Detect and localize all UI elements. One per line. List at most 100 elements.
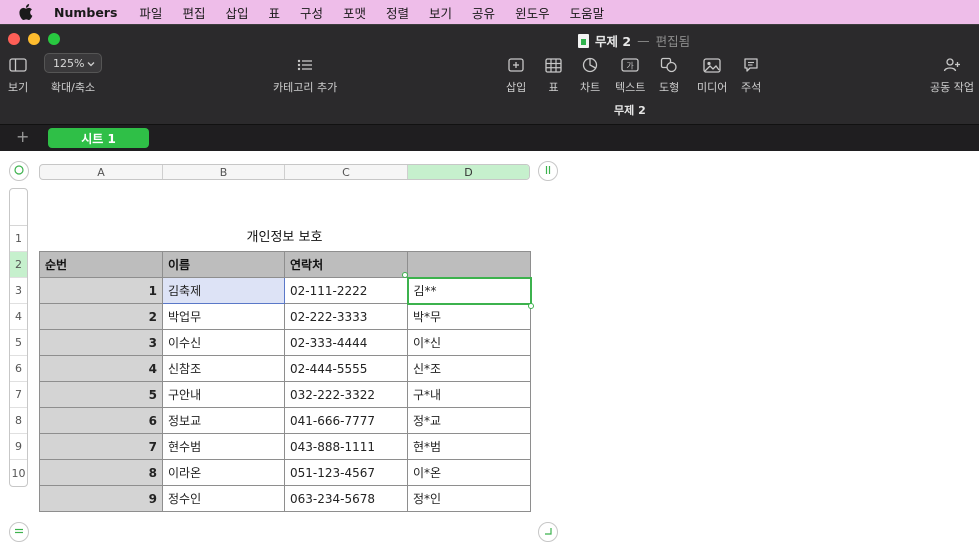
menu-format[interactable]: 포맷 [343, 3, 366, 22]
resize-table-handle[interactable] [538, 522, 558, 542]
comment-button[interactable]: 주석 [741, 55, 761, 95]
cell-number[interactable]: 1 [39, 277, 163, 304]
row-header-4[interactable]: 4 [10, 304, 27, 330]
select-table-handle[interactable] [9, 161, 29, 181]
cell-contact[interactable]: 02-111-2222 [284, 277, 408, 304]
cell-name[interactable]: 정보교 [162, 407, 285, 434]
menu-window[interactable]: 윈도우 [515, 3, 550, 22]
header-cell-number[interactable]: 순번 [39, 251, 163, 278]
row-header-5[interactable]: 5 [10, 330, 27, 356]
cell-name[interactable]: 박업무 [162, 303, 285, 330]
add-row-handle[interactable] [9, 522, 29, 542]
column-header-d[interactable]: D [408, 165, 529, 179]
selection-handle-top-left[interactable] [402, 272, 408, 278]
row-header-8[interactable]: 8 [10, 408, 27, 434]
row-header-10[interactable]: 10 [10, 460, 27, 486]
row-header-3[interactable]: 3 [10, 278, 27, 304]
cell-contact[interactable]: 041-666-7777 [284, 407, 408, 434]
cell-contact[interactable]: 032-222-3322 [284, 381, 408, 408]
selection-handle-bottom-right[interactable] [528, 303, 534, 309]
cell-contact[interactable]: 051-123-4567 [284, 459, 408, 486]
menu-share[interactable]: 공유 [472, 3, 495, 22]
shape-button[interactable]: 도형 [659, 55, 679, 95]
cell-masked-name[interactable]: 신*조 [407, 355, 531, 382]
table-title[interactable]: 개인정보 보호 [39, 226, 530, 245]
cell-number[interactable]: 3 [39, 329, 163, 356]
add-sheet-button[interactable]: + [16, 128, 29, 146]
numbers-document-icon [578, 33, 589, 48]
zoom-window-button[interactable] [48, 33, 60, 45]
row-header-7[interactable]: 7 [10, 382, 27, 408]
cell-number[interactable]: 6 [39, 407, 163, 434]
table-icon [545, 55, 562, 75]
add-column-handle[interactable] [538, 161, 558, 181]
media-button[interactable]: 미디어 [697, 55, 727, 95]
cell-masked-name[interactable]: 이*신 [407, 329, 531, 356]
cell-name[interactable]: 이수신 [162, 329, 285, 356]
table-label: 표 [548, 81, 559, 94]
cell-masked-name[interactable]: 정*교 [407, 407, 531, 434]
title-toolbar: 무제 2 — 편집됨 보기 125% 확대/축소 카테고리 추가 삽입 표 차트… [0, 24, 979, 124]
chart-button[interactable]: 차트 [580, 55, 600, 95]
row-header-1[interactable]: 1 [10, 226, 27, 252]
table-row: 3 이수신 02-333-4444 이*신 [39, 329, 531, 356]
selected-cell-masked-name[interactable]: 김** [406, 276, 532, 305]
cell-name[interactable]: 현수범 [162, 433, 285, 460]
cell-contact[interactable]: 063-234-5678 [284, 485, 408, 512]
apple-icon[interactable] [18, 4, 34, 20]
zoom-dropdown[interactable]: 125% [44, 53, 102, 73]
column-header-a[interactable]: A [40, 165, 163, 179]
zoom-control[interactable]: 125% 확대/축소 [44, 53, 102, 95]
chart-label: 차트 [580, 81, 601, 94]
menu-insert[interactable]: 삽입 [225, 3, 248, 22]
cell-masked-name[interactable]: 현*범 [407, 433, 531, 460]
comment-icon [743, 55, 759, 75]
cell-name[interactable]: 김축제 [162, 277, 285, 304]
column-header-c[interactable]: C [285, 165, 408, 179]
menu-help[interactable]: 도움말 [570, 3, 605, 22]
insert-button[interactable]: 삽입 [506, 55, 526, 95]
text-button[interactable]: 가 텍스트 [615, 55, 645, 95]
insert-icon [507, 55, 525, 75]
cell-masked-name[interactable]: 박*무 [407, 303, 531, 330]
row-header-6[interactable]: 6 [10, 356, 27, 382]
sheet-tab-1[interactable]: 시트 1 [48, 128, 149, 148]
document-name[interactable]: 무제 2 [595, 31, 631, 50]
column-header-b[interactable]: B [163, 165, 285, 179]
cell-number[interactable]: 7 [39, 433, 163, 460]
cell-contact[interactable]: 043-888-1111 [284, 433, 408, 460]
cell-contact[interactable]: 02-333-4444 [284, 329, 408, 356]
cell-number[interactable]: 4 [39, 355, 163, 382]
cell-name[interactable]: 이라온 [162, 459, 285, 486]
view-button[interactable]: 보기 [8, 55, 28, 95]
cell-number[interactable]: 2 [39, 303, 163, 330]
cell-number[interactable]: 5 [39, 381, 163, 408]
cell-number[interactable]: 9 [39, 485, 163, 512]
menu-organize[interactable]: 구성 [300, 3, 323, 22]
cell-contact[interactable]: 02-222-3333 [284, 303, 408, 330]
close-window-button[interactable] [8, 33, 20, 45]
cell-name[interactable]: 구안내 [162, 381, 285, 408]
add-category-button[interactable]: 카테고리 추가 [273, 55, 337, 95]
cell-name[interactable]: 신참조 [162, 355, 285, 382]
header-cell-masked[interactable] [407, 251, 531, 278]
table-button[interactable]: 표 [545, 55, 562, 95]
collaborate-button[interactable]: 공동 작업 [930, 55, 974, 95]
cell-contact[interactable]: 02-444-5555 [284, 355, 408, 382]
header-cell-name[interactable]: 이름 [162, 251, 285, 278]
menu-app-numbers[interactable]: Numbers [54, 5, 117, 20]
menu-edit[interactable]: 편집 [182, 3, 205, 22]
minimize-window-button[interactable] [28, 33, 40, 45]
row-header-2[interactable]: 2 [10, 252, 27, 278]
menu-view[interactable]: 보기 [429, 3, 452, 22]
menu-arrange[interactable]: 정렬 [386, 3, 409, 22]
menu-table[interactable]: 표 [268, 3, 280, 22]
menu-file[interactable]: 파일 [139, 3, 162, 22]
cell-name[interactable]: 정수인 [162, 485, 285, 512]
cell-masked-name[interactable]: 구*내 [407, 381, 531, 408]
header-cell-contact[interactable]: 연락처 [284, 251, 408, 278]
cell-masked-name[interactable]: 정*인 [407, 485, 531, 512]
cell-masked-name[interactable]: 이*온 [407, 459, 531, 486]
cell-number[interactable]: 8 [39, 459, 163, 486]
row-header-9[interactable]: 9 [10, 434, 27, 460]
